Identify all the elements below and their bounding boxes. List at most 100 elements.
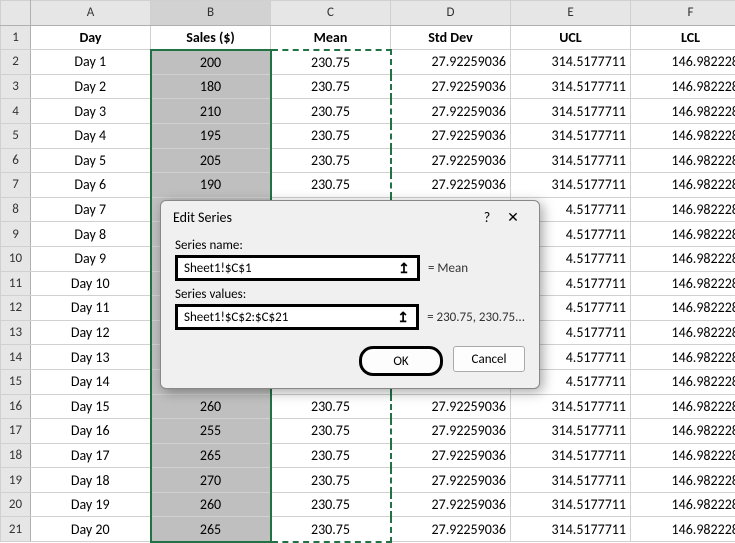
cell[interactable]: 146.9822289 — [631, 271, 735, 296]
row-header[interactable]: 11 — [1, 271, 31, 296]
cell[interactable]: 314.5177711 — [511, 99, 631, 124]
series-values-input[interactable] — [182, 309, 394, 326]
header-cell[interactable]: UCL — [511, 25, 631, 50]
cell[interactable]: 146.9822289 — [631, 443, 735, 468]
cell[interactable]: 230.75 — [271, 419, 391, 444]
cell[interactable]: 314.5177711 — [511, 492, 631, 517]
cell[interactable]: 146.9822289 — [631, 492, 735, 517]
cell[interactable]: Day 20 — [31, 517, 151, 542]
cell[interactable]: 205 — [151, 148, 271, 173]
cancel-button[interactable]: Cancel — [453, 346, 525, 372]
row-header[interactable]: 15 — [1, 369, 31, 394]
cell[interactable]: Day 12 — [31, 320, 151, 345]
cell[interactable]: 146.9822289 — [631, 369, 735, 394]
row-header[interactable]: 10 — [1, 246, 31, 271]
cell[interactable]: 27.92259036 — [391, 148, 511, 173]
cell[interactable]: Day 2 — [31, 74, 151, 99]
cell[interactable]: 314.5177711 — [511, 443, 631, 468]
cell[interactable]: 230.75 — [271, 517, 391, 542]
select-all-corner[interactable] — [1, 1, 31, 26]
header-cell[interactable]: Std Dev — [391, 25, 511, 50]
header-cell[interactable]: Day — [31, 25, 151, 50]
cell[interactable]: 195 — [151, 123, 271, 148]
cell[interactable]: 146.9822289 — [631, 345, 735, 370]
cell[interactable]: 230.75 — [271, 50, 391, 75]
cell[interactable]: Day 18 — [31, 468, 151, 493]
row-header[interactable]: 20 — [1, 492, 31, 517]
row-header[interactable]: 18 — [1, 443, 31, 468]
cell[interactable]: 314.5177711 — [511, 468, 631, 493]
cell[interactable]: Day 5 — [31, 148, 151, 173]
cell[interactable]: 314.5177711 — [511, 173, 631, 198]
row-header[interactable]: 7 — [1, 173, 31, 198]
series-name-input[interactable] — [182, 260, 395, 277]
cell[interactable]: 230.75 — [271, 74, 391, 99]
row-header[interactable]: 14 — [1, 345, 31, 370]
col-header-B[interactable]: B — [151, 1, 271, 26]
cell[interactable]: 27.92259036 — [391, 419, 511, 444]
cell[interactable]: 230.75 — [271, 394, 391, 419]
cell[interactable]: 314.5177711 — [511, 394, 631, 419]
row-header[interactable]: 2 — [1, 50, 31, 75]
cell[interactable]: 27.92259036 — [391, 468, 511, 493]
cell[interactable]: 265 — [151, 443, 271, 468]
row-header[interactable]: 4 — [1, 99, 31, 124]
row-header[interactable]: 6 — [1, 148, 31, 173]
cell[interactable]: 230.75 — [271, 123, 391, 148]
cell[interactable]: Day 1 — [31, 50, 151, 75]
col-header-D[interactable]: D — [391, 1, 511, 26]
header-cell[interactable]: Mean — [271, 25, 391, 50]
header-cell[interactable]: LCL — [631, 25, 735, 50]
range-picker-icon[interactable]: ↥ — [394, 308, 412, 326]
cell[interactable]: 27.92259036 — [391, 492, 511, 517]
cell[interactable]: 146.9822289 — [631, 99, 735, 124]
cell[interactable]: Day 7 — [31, 197, 151, 222]
cell[interactable]: 27.92259036 — [391, 74, 511, 99]
cell[interactable]: 314.5177711 — [511, 123, 631, 148]
cell[interactable]: 190 — [151, 173, 271, 198]
cell[interactable]: 27.92259036 — [391, 123, 511, 148]
help-icon[interactable]: ? — [475, 209, 499, 226]
cell[interactable]: 27.92259036 — [391, 394, 511, 419]
cell[interactable]: 146.9822289 — [631, 123, 735, 148]
cell[interactable]: 146.9822289 — [631, 173, 735, 198]
row-header[interactable]: 3 — [1, 74, 31, 99]
cell[interactable]: 27.92259036 — [391, 99, 511, 124]
cell[interactable]: Day 6 — [31, 173, 151, 198]
row-header[interactable]: 21 — [1, 517, 31, 542]
cell[interactable]: 27.92259036 — [391, 173, 511, 198]
cell[interactable]: 146.9822289 — [631, 468, 735, 493]
cell[interactable]: 210 — [151, 99, 271, 124]
cell[interactable]: 314.5177711 — [511, 517, 631, 542]
cell[interactable]: 314.5177711 — [511, 148, 631, 173]
cell[interactable]: Day 10 — [31, 271, 151, 296]
cell[interactable]: Day 16 — [31, 419, 151, 444]
ok-button[interactable]: OK — [359, 346, 443, 376]
cell[interactable]: 180 — [151, 74, 271, 99]
cell[interactable]: Day 8 — [31, 222, 151, 247]
cell[interactable]: Day 15 — [31, 394, 151, 419]
header-cell[interactable]: Sales ($) — [151, 25, 271, 50]
cell[interactable]: Day 17 — [31, 443, 151, 468]
cell[interactable]: 146.9822289 — [631, 148, 735, 173]
cell[interactable]: 146.9822289 — [631, 197, 735, 222]
row-header[interactable]: 8 — [1, 197, 31, 222]
cell[interactable]: 146.9822289 — [631, 394, 735, 419]
cell[interactable]: 314.5177711 — [511, 50, 631, 75]
cell[interactable]: 270 — [151, 468, 271, 493]
cell[interactable]: 260 — [151, 394, 271, 419]
cell[interactable]: Day 19 — [31, 492, 151, 517]
cell[interactable]: 146.9822289 — [631, 296, 735, 321]
row-header[interactable]: 1 — [1, 25, 31, 50]
cell[interactable]: 146.9822289 — [631, 246, 735, 271]
row-header[interactable]: 9 — [1, 222, 31, 247]
range-picker-icon[interactable]: ↥ — [395, 259, 413, 277]
cell[interactable]: 146.9822289 — [631, 320, 735, 345]
cell[interactable]: 230.75 — [271, 99, 391, 124]
cell[interactable]: 230.75 — [271, 492, 391, 517]
close-icon[interactable]: ✕ — [499, 209, 527, 226]
cell[interactable]: 230.75 — [271, 443, 391, 468]
cell[interactable]: Day 13 — [31, 345, 151, 370]
cell[interactable]: 260 — [151, 492, 271, 517]
cell[interactable]: 230.75 — [271, 173, 391, 198]
